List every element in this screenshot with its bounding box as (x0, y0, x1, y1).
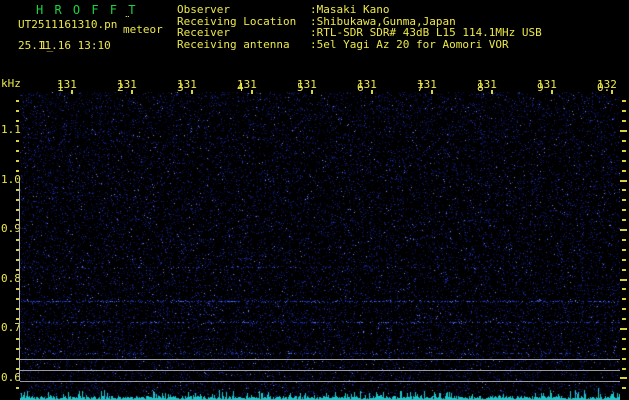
x-tick-label: 131 1 (57, 78, 77, 94)
y-tick-right (622, 288, 626, 290)
y-tick-label: 1.0 (1, 172, 21, 186)
x-tick-mark (311, 90, 313, 94)
x-tick-mark (551, 90, 553, 94)
y-tick-left (16, 100, 19, 102)
y-tick-right (620, 377, 627, 379)
y-tick-left (16, 150, 19, 152)
y-tick-left (16, 387, 19, 389)
y-tick-right (622, 368, 626, 370)
x-tick-mark (491, 90, 493, 94)
x-tick-mark (131, 90, 133, 94)
x-tick-label: 131 5 (297, 78, 317, 94)
y-tick-right (622, 387, 626, 389)
y-tick-right (622, 150, 626, 152)
y-tick-right (620, 229, 627, 231)
y-tick-left (16, 170, 19, 172)
x-tick-label: 131 6 (357, 78, 377, 94)
axis-layer: 131 1 131 2 131 3 131 4 131 5 131 6 131 7 131 8 131 9 132 0… (0, 0, 629, 400)
y-tick-left (16, 140, 19, 142)
y-tick-left (16, 120, 19, 122)
y-tick-left (16, 110, 19, 112)
x-tick-label: 131 8 (477, 78, 497, 94)
reference-line-upper (20, 359, 620, 360)
y-tick-right (622, 348, 626, 350)
y-tick-label: 0.7 (1, 321, 21, 334)
y-tick-right (622, 170, 626, 172)
y-tick-right (622, 199, 626, 201)
y-tick-label: 1.1 (1, 123, 21, 136)
y-tick-label: 0.6 (1, 370, 21, 384)
y-tick-right (622, 338, 626, 340)
y-tick-right (620, 180, 627, 182)
x-tick-label: 132 0. (597, 78, 617, 94)
y-tick-right (622, 110, 626, 112)
hrofft-window: H R O F F T UT2511161310.pn ¨ meteor 25.… (0, 0, 629, 400)
x-tick-label: 131 2 (117, 78, 137, 94)
reference-vertical-line (19, 182, 20, 381)
y-tick-right (620, 328, 627, 330)
y-tick-right (622, 160, 626, 162)
y-tick-right (622, 358, 626, 360)
y-tick-right (622, 318, 626, 320)
y-tick-right (622, 219, 626, 221)
x-tick-mark (191, 90, 193, 94)
y-tick-right (622, 189, 626, 191)
x-tick-mark (611, 90, 613, 94)
y-tick-right (622, 308, 626, 310)
x-tick-mark (431, 90, 433, 94)
y-tick-right (622, 120, 626, 122)
reference-line-lower (20, 381, 620, 382)
y-tick-right (622, 239, 626, 241)
reference-line-middle (20, 370, 620, 371)
y-tick-right (622, 209, 626, 211)
y-tick-right (622, 269, 626, 271)
x-tick-label: 131 7 (417, 78, 437, 94)
y-tick-right (622, 259, 626, 261)
y-tick-right (622, 249, 626, 251)
y-tick-right (622, 100, 626, 102)
x-tick-mark (71, 90, 73, 94)
y-tick-label: 0.8 (1, 271, 21, 285)
y-tick-right (620, 130, 627, 132)
x-tick-mark (251, 90, 253, 94)
x-tick-label: 131 4 (237, 78, 257, 94)
x-tick-label: 131 9 (537, 78, 557, 94)
x-tick-label: 131 3 (177, 78, 197, 94)
y-tick-left (16, 160, 19, 162)
x-tick-mark (371, 90, 373, 94)
y-tick-label: 0.9 (1, 222, 21, 235)
y-tick-right (620, 279, 627, 281)
y-tick-right (622, 298, 626, 300)
y-tick-right (622, 140, 626, 142)
